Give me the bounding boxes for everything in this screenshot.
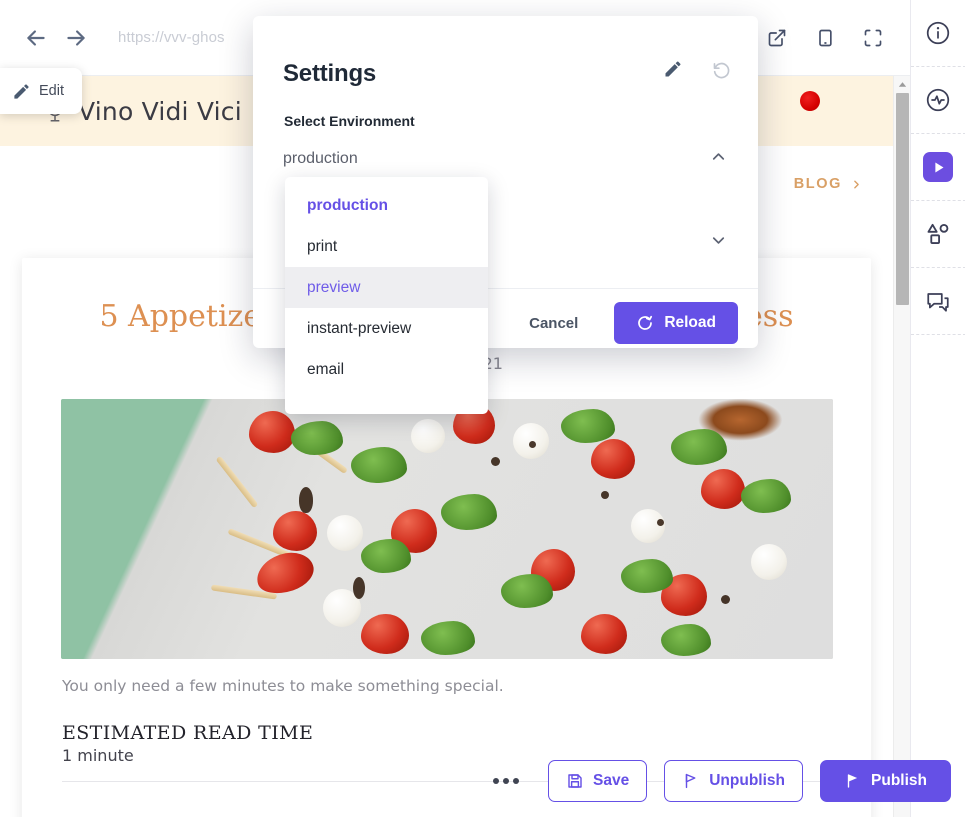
arrow-right-icon xyxy=(67,29,85,46)
unpublish-button-label: Unpublish xyxy=(709,772,786,789)
unpublish-button[interactable]: Unpublish xyxy=(664,760,804,802)
scroll-up-button[interactable] xyxy=(894,76,910,93)
pin-icon xyxy=(847,774,858,788)
publish-button-label: Publish xyxy=(871,772,927,789)
blog-link[interactable]: BLOG xyxy=(794,176,863,192)
site-title: Vino Vidi Vici xyxy=(78,96,242,126)
dialog-edit-button[interactable] xyxy=(662,58,684,80)
app-root: https://vvv-ghos Vino Vidi Vici BLOG 5 A… xyxy=(0,0,965,817)
environment-select[interactable]: production xyxy=(283,142,728,176)
back-button[interactable] xyxy=(16,18,56,58)
dot xyxy=(493,778,500,784)
reload-button[interactable]: Reload xyxy=(614,302,738,344)
cancel-button[interactable]: Cancel xyxy=(515,305,592,342)
fullscreen-icon xyxy=(864,29,882,46)
publish-button[interactable]: Publish xyxy=(820,760,951,802)
dropdown-option-preview[interactable]: preview xyxy=(285,267,488,308)
forward-button[interactable] xyxy=(56,18,96,58)
save-button[interactable]: Save xyxy=(548,760,648,802)
comments-icon xyxy=(927,293,949,312)
dot xyxy=(503,778,510,784)
open-external-button[interactable] xyxy=(764,25,790,51)
image-caption: You only need a few minutes to make some… xyxy=(62,676,504,695)
vertical-scrollbar[interactable] xyxy=(893,76,910,817)
floppy-disk-icon xyxy=(568,774,582,788)
rail-item-comments[interactable] xyxy=(910,268,965,335)
chevron-up-icon xyxy=(709,147,728,171)
rail-item-components[interactable] xyxy=(910,201,965,268)
dialog-reset-button[interactable] xyxy=(710,58,732,80)
shapes-icon xyxy=(927,223,949,245)
browser-actions xyxy=(764,25,886,51)
rail-item-preview[interactable] xyxy=(910,134,965,201)
dropdown-option-email[interactable]: email xyxy=(285,349,488,390)
reload-button-label: Reload xyxy=(664,314,716,331)
right-rail xyxy=(910,0,965,817)
caret-up-icon xyxy=(898,82,906,87)
dot xyxy=(513,778,520,784)
environment-dropdown: production print preview instant-preview… xyxy=(285,177,488,414)
device-preview-button[interactable] xyxy=(812,25,838,51)
fullscreen-button[interactable] xyxy=(860,25,886,51)
pencil-icon xyxy=(665,61,681,77)
environment-field-label: Select Environment xyxy=(284,113,415,129)
rail-item-activity[interactable] xyxy=(910,67,965,134)
arrow-left-icon xyxy=(27,29,45,46)
dropdown-option-print[interactable]: print xyxy=(285,226,488,267)
open-external-icon xyxy=(768,29,786,46)
play-icon xyxy=(923,152,953,182)
reset-icon xyxy=(713,62,729,78)
scrollbar-thumb[interactable] xyxy=(896,93,909,305)
dropdown-option-instant-preview[interactable]: instant-preview xyxy=(285,308,488,349)
pencil-icon xyxy=(14,83,29,99)
blog-link-label: BLOG xyxy=(793,176,842,192)
dialog-footer: Cancel Reload xyxy=(515,302,738,344)
info-icon xyxy=(926,21,950,45)
rail-item-info[interactable] xyxy=(910,0,965,67)
record-dot xyxy=(800,91,820,111)
activity-icon xyxy=(926,88,950,112)
save-button-label: Save xyxy=(593,772,630,789)
more-options-button[interactable] xyxy=(481,768,531,794)
read-time-label: ESTIMATED READ TIME xyxy=(62,721,314,744)
dialog-header-actions xyxy=(662,58,732,80)
device-preview-icon xyxy=(819,29,832,46)
chevron-down-icon xyxy=(709,231,728,255)
dropdown-option-production[interactable]: production xyxy=(285,185,488,226)
edit-button-label: Edit xyxy=(39,83,64,99)
environment-select-value: production xyxy=(283,150,358,167)
article-hero-image xyxy=(60,398,833,659)
unpin-icon xyxy=(686,773,696,789)
chevron-right-icon xyxy=(854,180,859,188)
edit-button[interactable]: Edit xyxy=(0,68,82,114)
hero-image-art xyxy=(60,398,833,659)
dialog-title: Settings xyxy=(283,60,377,87)
refresh-icon xyxy=(638,315,653,330)
